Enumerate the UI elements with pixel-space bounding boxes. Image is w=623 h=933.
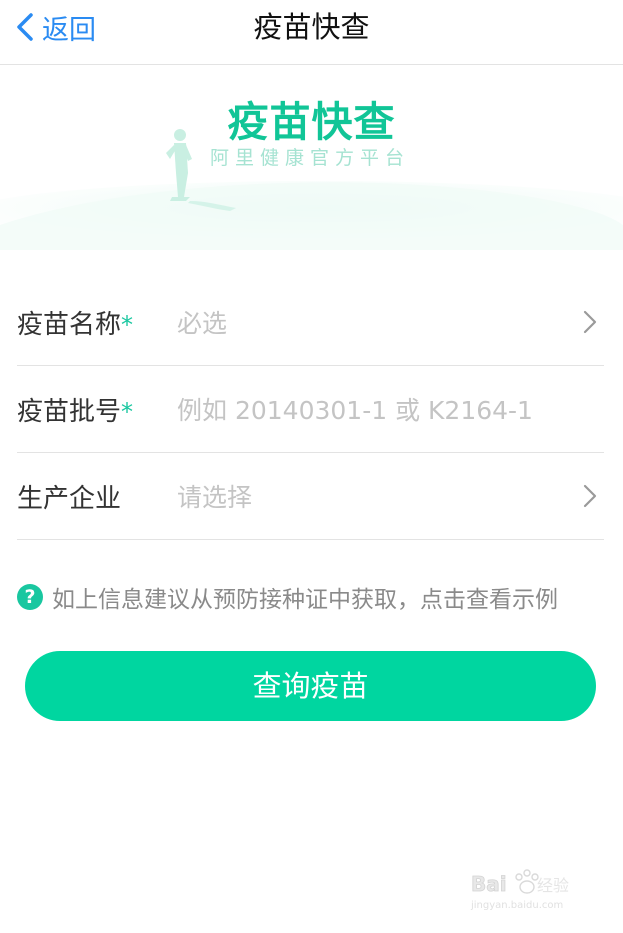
vaccine-name-label-text: 疫苗名称 [17, 309, 122, 340]
vaccine-name-placeholder: 必选 [177, 309, 228, 338]
example-hint-link[interactable]: ? 如上信息建议从预防接种证中获取，点击查看示例 [17, 580, 558, 614]
manufacturer-field[interactable]: 生产企业 请选择 [17, 453, 604, 540]
hint-text: 如上信息建议从预防接种证中获取，点击查看示例 [52, 587, 558, 613]
vaccine-batch-label-text: 疫苗批号 [17, 396, 122, 427]
vaccine-batch-placeholder: 例如 20140301-1 或 K2164-1 [177, 396, 533, 425]
svg-text:Bai: Bai [471, 872, 507, 896]
manufacturer-label: 生产企业 [17, 483, 122, 514]
query-form: 疫苗名称* 必选 疫苗批号* 例如 20140301-1 或 K2164-1 生… [0, 279, 623, 540]
vaccine-name-field[interactable]: 疫苗名称* 必选 [17, 279, 604, 366]
question-circle-icon: ? [17, 584, 43, 610]
manufacturer-placeholder: 请选择 [177, 483, 253, 512]
navigation-bar: 返回 疫苗快查 [0, 0, 623, 65]
vaccine-query-page: 返回 疫苗快查 疫苗快查 阿里健康官方平台 疫苗名称* 必选 疫苗批号* 例如 … [0, 0, 623, 933]
vaccine-batch-field[interactable]: 疫苗批号* 例如 20140301-1 或 K2164-1 [17, 366, 604, 453]
vaccine-batch-label: 疫苗批号* [17, 391, 177, 428]
hero-subtitle: 阿里健康官方平台 [210, 147, 411, 169]
hero-banner: 疫苗快查 阿里健康官方平台 [0, 65, 623, 250]
required-mark: * [121, 310, 134, 339]
baidu-jingyan-watermark: Bai 经验 jingyan.baidu.com [470, 869, 569, 911]
chevron-right-icon [583, 310, 597, 334]
svg-text:jingyan.baidu.com: jingyan.baidu.com [470, 900, 563, 911]
query-vaccine-button[interactable]: 查询疫苗 [25, 651, 596, 721]
vaccine-name-label: 疫苗名称* [17, 304, 177, 341]
hero-title: 疫苗快查 [227, 98, 396, 146]
chevron-right-icon [583, 484, 597, 508]
required-mark: * [121, 397, 134, 426]
svg-text:经验: 经验 [537, 876, 569, 895]
page-title: 疫苗快查 [253, 10, 370, 44]
